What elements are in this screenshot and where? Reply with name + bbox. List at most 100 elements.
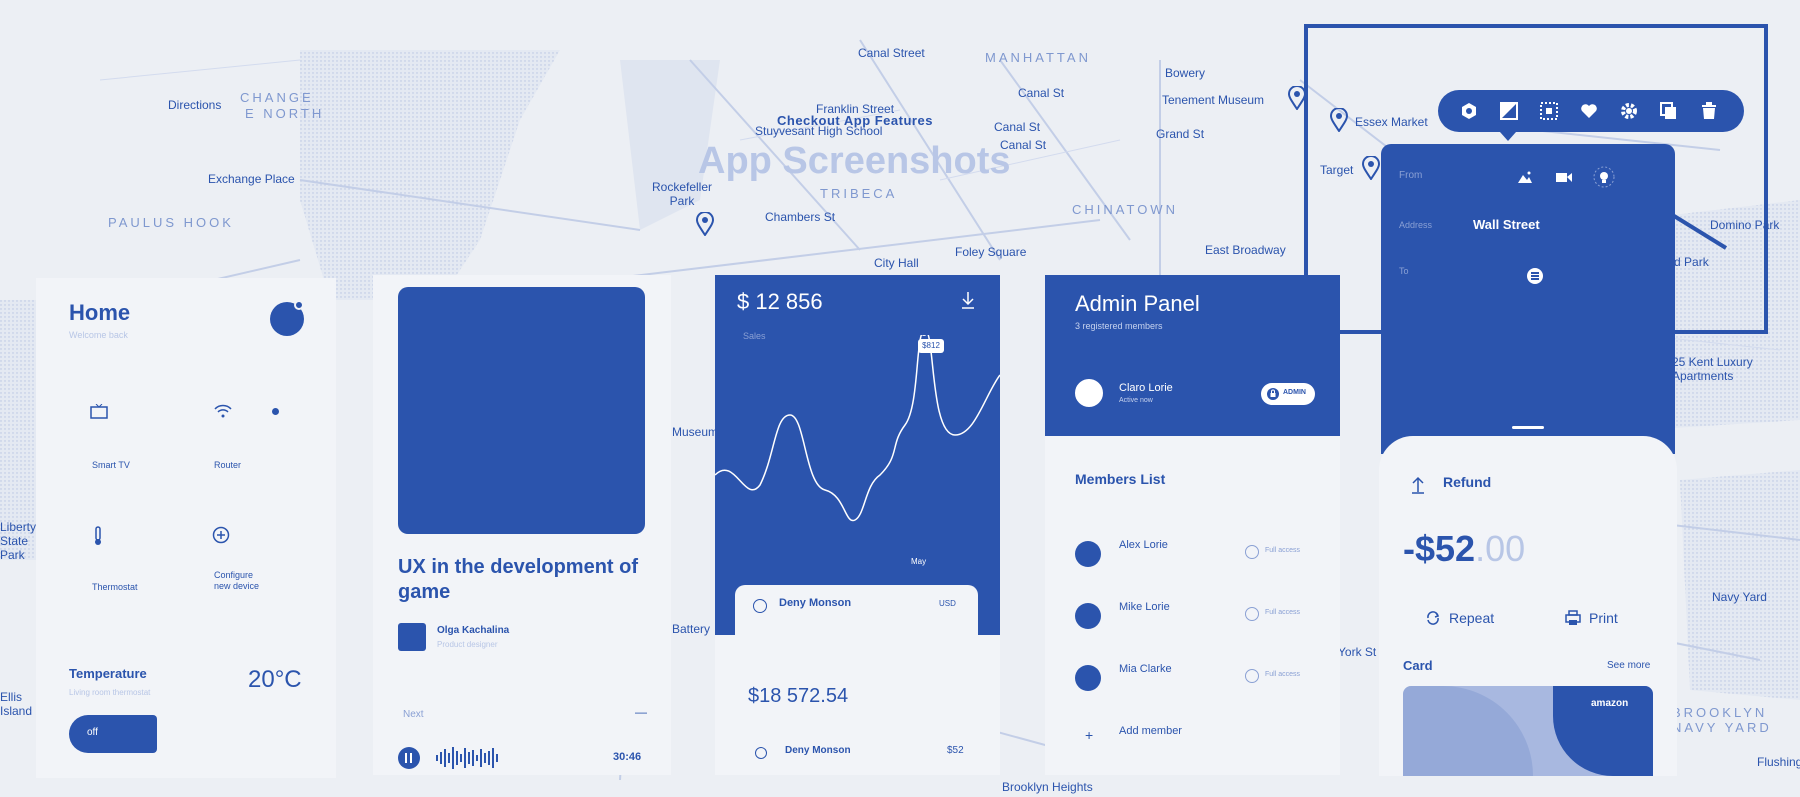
wifi-icon[interactable] [214,404,232,418]
drag-handle[interactable] [1512,426,1544,429]
author-sub: Product designer [437,640,498,649]
sales-chart[interactable] [715,335,1000,535]
route-card: From Address Wall Street To [1381,144,1675,454]
member-name[interactable]: Alex Lorie [1119,539,1168,551]
video-icon[interactable] [1555,170,1573,184]
temperature-toggle[interactable]: off [69,715,157,753]
card-currency: USD [939,599,956,608]
row-value: $52 [947,745,964,756]
member-name[interactable]: Mia Clarke [1119,663,1172,675]
map-label-york-st: York St [1338,645,1377,659]
refund-amount-cents: .00 [1475,528,1526,569]
repeat-icon[interactable] [1425,610,1441,626]
access-icon [1245,669,1259,683]
card-brand: amazon [1591,698,1629,709]
repeat-button[interactable]: Repeat [1449,610,1494,626]
refund-amount: -$52.00 [1403,528,1525,570]
map-label-canal-st-2: Canal St [994,120,1041,134]
member-access: Full access [1265,609,1301,616]
members-title: Members List [1075,471,1166,487]
member-access: Full access [1265,671,1301,678]
map-label-kent: 25 Kent Luxury Apartments [1672,355,1753,383]
upload-icon[interactable] [1411,476,1425,494]
map-label-chambers: Chambers St [765,210,836,224]
owner-name: Claro Lorie [1119,382,1173,394]
map-label-paulus-hook: PAULUS HOOK [108,215,234,230]
refund-title: Refund [1443,474,1492,490]
map-label-manhattan: MANHATTAN [985,50,1091,65]
member-avatar [1075,603,1101,629]
toolbar-pointer [1500,132,1516,141]
access-icon [1245,607,1259,621]
map-label-tenement: Tenement Museum [1162,93,1265,107]
menu-icon[interactable] [1527,268,1543,284]
route-address-label: Address [1399,220,1433,230]
copy-icon[interactable] [1660,102,1678,120]
member-avatar [1075,541,1101,567]
map-title: App Screenshots [698,140,1011,182]
gear-icon[interactable] [1620,102,1638,120]
map-label-foley: Foley Square [955,245,1027,259]
temperature-sub: Living room thermostat [69,688,151,697]
map-label-canal-st-1: Canal St [1018,86,1065,100]
map-label-city-hall: City Hall [874,256,919,270]
admin-subtitle: 3 registered members [1075,321,1163,331]
see-more-link[interactable]: See more [1607,660,1650,671]
print-icon[interactable] [1565,610,1581,626]
lock-icon [1267,388,1279,400]
article-image[interactable] [398,287,645,534]
map-label-chinatown: CHINATOWN [1072,202,1178,217]
download-icon[interactable] [960,291,976,309]
tv-icon[interactable] [90,404,108,420]
add-icon[interactable] [212,526,230,544]
device-label-router: Router [214,460,242,470]
map-label-liberty: Liberty State Park [0,520,37,562]
toggle-label: off [87,727,98,738]
map-label-brooklyn-navy-yard: BROOKLYN NAVY YARD [1672,705,1772,735]
member-avatar [1075,665,1101,691]
payment-card[interactable]: amazon [1403,686,1653,776]
status-dot [272,408,279,415]
member-name[interactable]: Mike Lorie [1119,601,1170,613]
heart-icon[interactable] [1580,102,1598,120]
audio-time: 30:46 [613,751,642,763]
thermometer-icon[interactable] [92,526,104,546]
owner-badge[interactable]: ADMIN [1261,383,1315,405]
card-strip[interactable]: Deny Monson USD [735,585,978,645]
route-address-value[interactable]: Wall Street [1473,217,1540,232]
admin-card: Admin Panel 3 registered members Claro L… [1045,275,1340,775]
owner-sub: Active now [1119,397,1153,404]
article-title[interactable]: UX in the development of game [398,555,648,605]
add-member-icon[interactable]: + [1085,727,1093,743]
user-icon [753,599,767,613]
trash-icon[interactable] [1700,102,1718,120]
hexagon-icon[interactable] [1460,102,1478,120]
map-label-canal-street: Canal Street [858,46,925,60]
card-label: Card [1403,658,1433,673]
home-subtitle: Welcome back [69,330,128,340]
home-title: Home [69,300,131,325]
map-label-navy-yard: Navy Yard [1712,590,1767,604]
add-member-label[interactable]: Add member [1119,725,1182,737]
waveform[interactable] [435,745,501,771]
author-name: Olga Kachalina [437,625,510,636]
map-pin-icon [696,212,714,236]
contrast-icon[interactable] [1500,102,1518,120]
bulb-icon[interactable] [1593,166,1615,188]
audio-next-label: Next [403,709,424,720]
image-icon[interactable] [1517,170,1533,184]
member-access: Full access [1265,547,1301,554]
print-button[interactable]: Print [1589,610,1618,626]
temperature-label: Temperature [69,666,147,681]
article-card: UX in the development of game Olga Kacha… [373,275,671,775]
pause-icon[interactable] [398,747,420,769]
map-label-bowery: Bowery [1165,66,1206,80]
card-brand-area: amazon [1553,686,1653,776]
dotted-square-icon[interactable] [1540,102,1558,120]
audio-dash: — [635,705,647,719]
route-from-label: From [1399,170,1423,181]
map-label-directions: Directions [168,98,222,112]
map-label-flushing: Flushing [1757,755,1800,769]
map-label-museum: Museum [672,425,719,439]
amount: $18 572.54 [748,685,849,707]
